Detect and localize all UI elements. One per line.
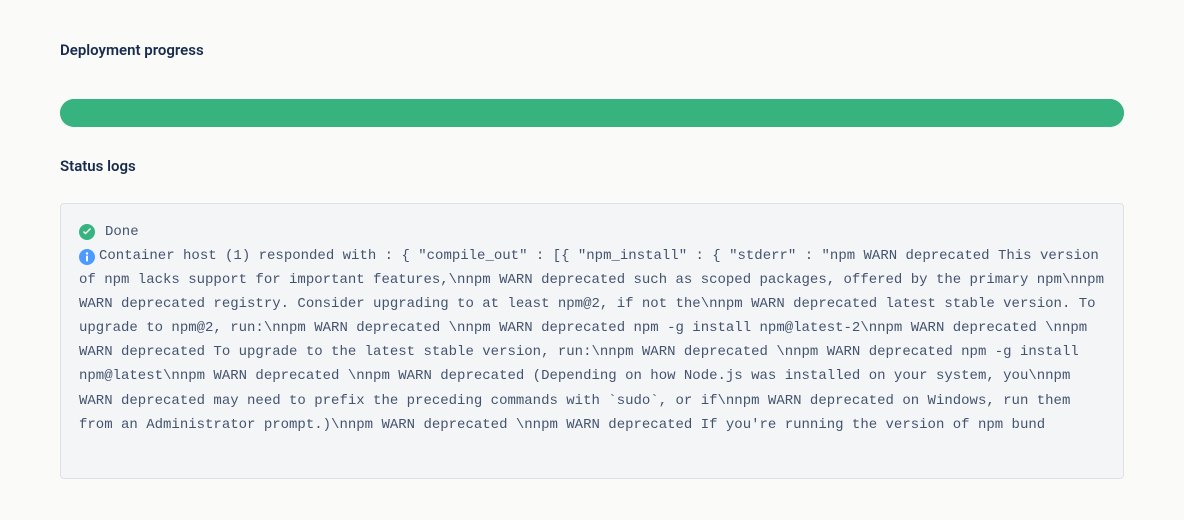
check-circle-icon [79,224,95,240]
info-circle-icon [79,247,95,263]
progress-bar-fill [60,99,1124,127]
log-entry: Container host (1) responded with : { "c… [79,244,1105,437]
deployment-progress-title: Deployment progress [60,41,1124,59]
status-logs-panel[interactable]: Done Container host (1) responded with :… [60,203,1124,479]
log-text: Container host (1) responded with : { "c… [79,248,1104,433]
log-text: Done [105,220,139,244]
progress-bar [60,99,1124,127]
log-entry: Done [79,220,1105,244]
deployment-panel: Deployment progress Status logs Done Con [0,0,1184,479]
status-logs-title: Status logs [60,157,1124,175]
